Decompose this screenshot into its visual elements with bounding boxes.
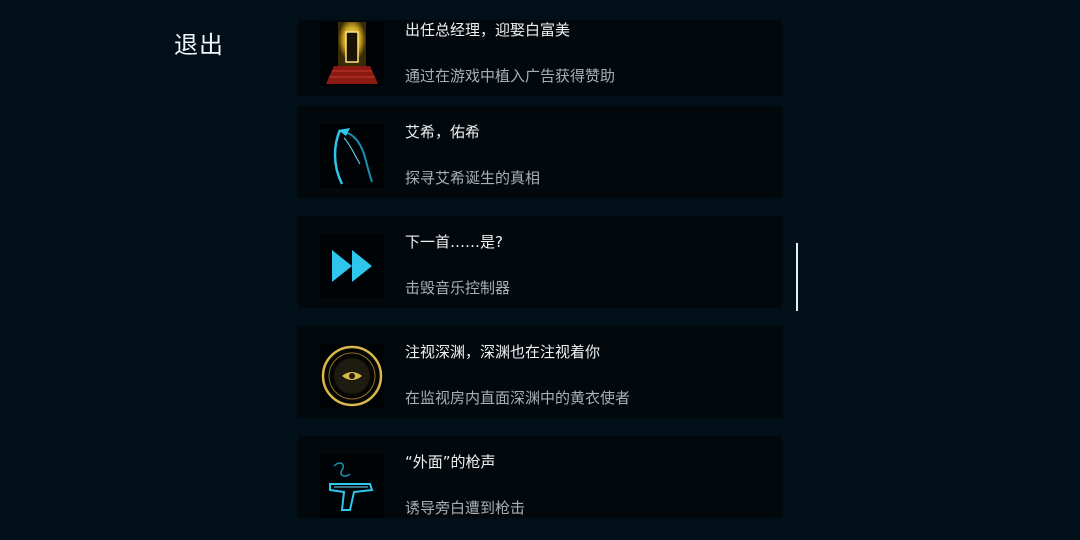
achievement-title: 出任总经理，迎娶白富美 <box>405 21 571 39</box>
exit-button[interactable]: 退出 <box>174 25 224 60</box>
achievement-card[interactable]: 注视深渊，深渊也在注视着你 在监视房内直面深渊中的黄衣使者 <box>298 326 782 418</box>
fast-forward-icon <box>320 234 384 298</box>
achievement-description: 探寻艾希诞生的真相 <box>405 169 541 187</box>
pistol-icon <box>320 454 384 518</box>
achievements-screen: 退出 出任总经理，迎娶白富美 通过在游戏中植入广告获得赞助 艾希，佑希 探寻艾希… <box>0 0 1080 540</box>
achievement-description: 在监视房内直面深渊中的黄衣使者 <box>405 389 631 407</box>
achievement-title: 下一首……是? <box>405 233 503 251</box>
achievement-title: 注视深渊，深渊也在注视着你 <box>405 343 601 361</box>
achievement-card[interactable]: 下一首……是? 击毁音乐控制器 <box>298 216 782 308</box>
achievement-description: 诱导旁白遭到枪击 <box>405 499 526 517</box>
achievement-list[interactable]: 出任总经理，迎娶白富美 通过在游戏中植入广告获得赞助 艾希，佑希 探寻艾希诞生的… <box>298 20 782 518</box>
golden-door-stairs-icon <box>320 22 384 86</box>
achievement-card[interactable]: “外面”的枪声 诱导旁白遭到枪击 <box>298 436 782 518</box>
list-scrollbar[interactable] <box>796 243 798 311</box>
achievement-description: 击毁音乐控制器 <box>405 279 511 297</box>
achievement-card[interactable]: 出任总经理，迎娶白富美 通过在游戏中植入广告获得赞助 <box>298 20 782 96</box>
scythe-icon <box>320 124 384 188</box>
achievement-description: 通过在游戏中植入广告获得赞助 <box>405 67 616 85</box>
achievement-title: 艾希，佑希 <box>405 123 481 141</box>
achievement-card[interactable]: 艾希，佑希 探寻艾希诞生的真相 <box>298 106 782 198</box>
eye-emblem-icon <box>320 344 384 408</box>
achievement-title: “外面”的枪声 <box>405 453 496 471</box>
